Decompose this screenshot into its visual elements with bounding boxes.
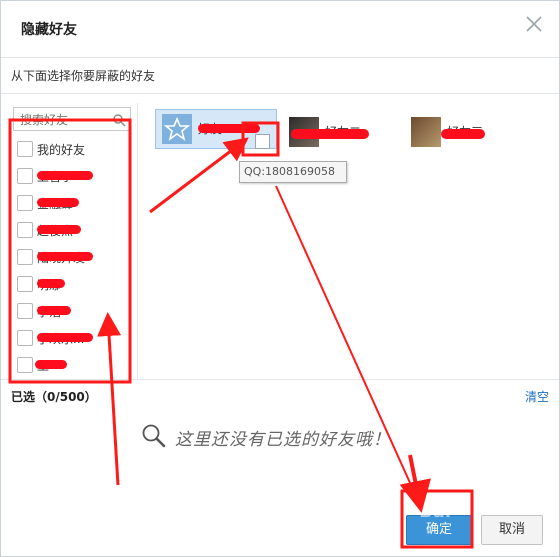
friend-checkbox[interactable]: [17, 357, 33, 373]
list-item[interactable]: 李浩: [13, 297, 133, 324]
titlebar: 隐藏好友: [1, 1, 559, 58]
list-item[interactable]: 陆晓开发: [13, 243, 133, 270]
redaction-mark: [198, 124, 260, 133]
list-item[interactable]: 赵俊杰: [13, 216, 133, 243]
dialog-title: 隐藏好友: [21, 22, 77, 38]
list-item[interactable]: 小欢乐...: [13, 324, 133, 351]
magnifier-icon: [141, 423, 167, 449]
list-item[interactable]: 王: [13, 351, 133, 378]
search-icon[interactable]: [112, 112, 126, 127]
hide-friends-dialog: 隐藏好友 从下面选择你要屏蔽的好友 我的好友: [0, 0, 560, 557]
divider: [1, 379, 559, 380]
redaction-mark: [37, 225, 81, 234]
friend-checkbox[interactable]: [17, 195, 33, 211]
list-item[interactable]: 金融蜂: [13, 189, 133, 216]
search-input[interactable]: [18, 108, 110, 132]
friend-checkbox[interactable]: [17, 249, 33, 265]
clear-link[interactable]: 清空: [525, 388, 549, 405]
redaction-mark: [37, 252, 93, 261]
redaction-mark: [35, 360, 67, 369]
redaction-mark: [441, 129, 485, 139]
friend-checkbox[interactable]: [17, 303, 33, 319]
dialog-subtitle: 从下面选择你要屏蔽的好友: [11, 69, 156, 83]
redaction-mark: [37, 198, 79, 207]
friend-list: 我的好友 上官宇 金融蜂 赵俊杰 陆晓开发: [13, 135, 133, 379]
search-box[interactable]: [13, 107, 131, 132]
friend-card[interactable]: 好友三: [405, 113, 525, 151]
close-icon[interactable]: [523, 13, 545, 35]
friend-card[interactable]: 好友二: [283, 113, 403, 151]
redaction-mark: [37, 306, 71, 315]
divider: [1, 93, 559, 94]
friend-checkbox[interactable]: [17, 141, 33, 157]
cancel-button[interactable]: 取消: [481, 515, 543, 545]
friend-checkbox[interactable]: [17, 276, 33, 292]
friend-card-checkbox[interactable]: [255, 134, 270, 149]
friend-list-panel: 我的好友 上官宇 金融蜂 赵俊杰 陆晓开发: [9, 103, 138, 379]
redaction-mark: [291, 129, 369, 139]
friend-checkbox[interactable]: [17, 168, 33, 184]
friend-checkbox[interactable]: [17, 222, 33, 238]
empty-state-text: 这里还没有已选的好友哦！: [175, 430, 391, 450]
friend-card[interactable]: 好友一: [155, 109, 277, 149]
friend-checkbox[interactable]: [17, 330, 33, 346]
list-item[interactable]: 我的好友: [13, 135, 133, 162]
selected-count: 已选（0/500）: [11, 390, 97, 404]
redaction-mark: [37, 279, 65, 288]
redaction-mark: [37, 171, 93, 180]
list-item[interactable]: 上官宇: [13, 162, 133, 189]
list-item[interactable]: 明娜: [13, 270, 133, 297]
friend-name: 我的好友: [37, 143, 86, 157]
star-icon: [162, 114, 192, 144]
watermark-logo: Bai: [419, 501, 452, 522]
qq-tooltip: QQ:1808169058: [239, 161, 347, 183]
avatar: [411, 117, 441, 147]
redaction-mark: [37, 333, 93, 342]
friend-grid-panel: 好友一 好友二 好友三: [149, 103, 549, 379]
